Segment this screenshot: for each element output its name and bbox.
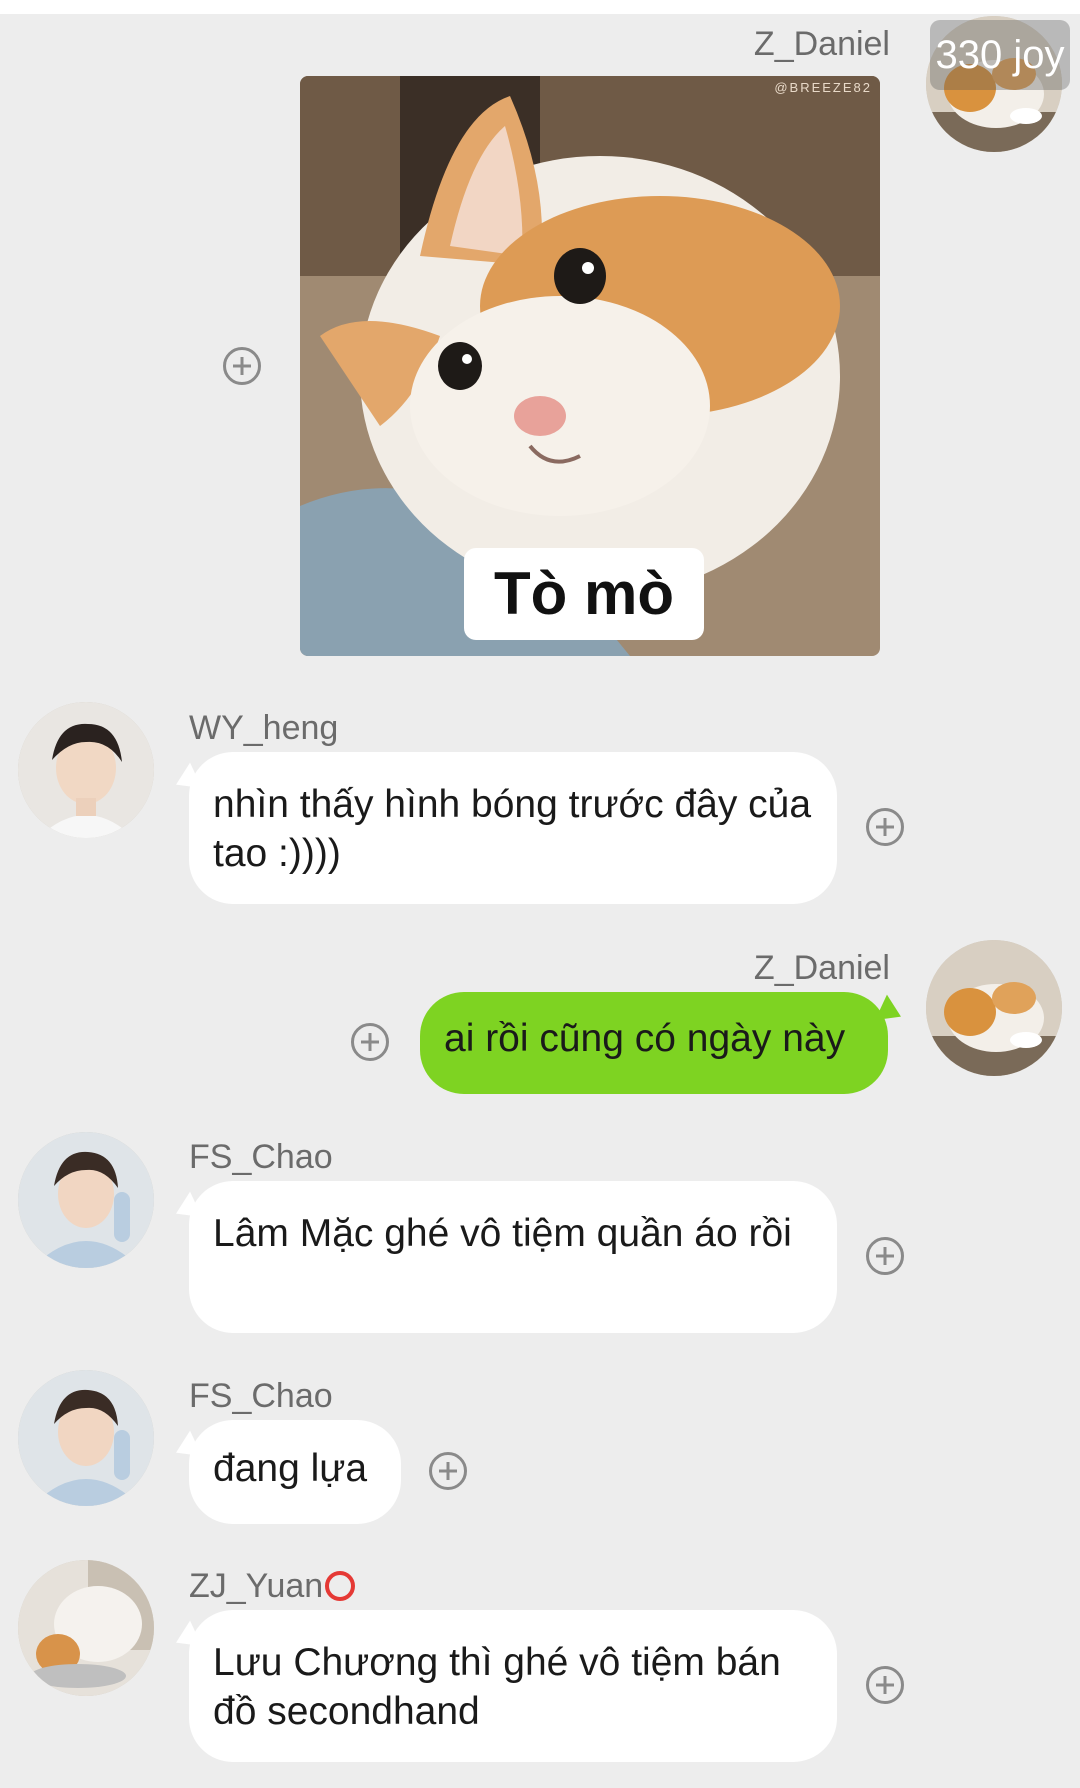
message-bubble[interactable]: nhìn thấy hình bóng trước đây của tao :)… [189,752,837,904]
plus-circle-icon[interactable] [866,1666,904,1704]
sender-name: Z_Daniel [753,25,890,63]
sender-name-text: ZJ_Yuan [189,1567,324,1605]
points-badge: 330 joy [930,20,1070,90]
sticker-watermark: @BREEZE82 [774,80,872,95]
avatar[interactable] [18,1370,154,1506]
sender-name: ZJ_Yuan [189,1566,356,1606]
plus-circle-icon[interactable] [351,1023,389,1061]
avatar[interactable] [18,702,154,838]
sender-name: FS_Chao [189,1138,333,1176]
sticker-caption: Tò mò [464,548,704,640]
plus-circle-icon[interactable] [223,347,261,385]
top-divider [0,0,1080,14]
message-bubble[interactable]: đang lựa [189,1420,401,1524]
sender-name: FS_Chao [189,1377,333,1415]
plus-circle-icon[interactable] [866,1237,904,1275]
red-circle-icon [325,1571,356,1601]
avatar[interactable] [18,1560,154,1696]
message-bubble[interactable]: ai rồi cũng có ngày này [420,992,888,1094]
sender-name: Z_Daniel [753,949,890,987]
plus-circle-icon[interactable] [866,808,904,846]
avatar[interactable] [926,940,1062,1076]
message-bubble[interactable]: Lưu Chương thì ghé vô tiệm bán đồ second… [189,1610,837,1762]
plus-circle-icon[interactable] [429,1452,467,1490]
avatar[interactable] [18,1132,154,1268]
sender-name: WY_heng [189,709,339,747]
message-bubble[interactable]: Lâm Mặc ghé vô tiệm quần áo rồi [189,1181,837,1333]
cat-sticker-image[interactable]: @BREEZE82 Tò mò [300,76,880,656]
